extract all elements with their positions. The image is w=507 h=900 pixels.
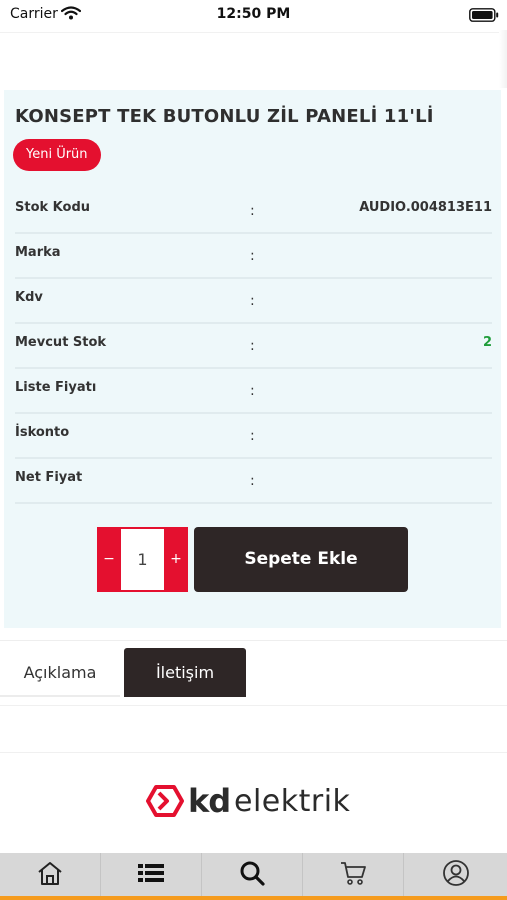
stock-code-value: AUDIO.004813E11 [359,200,492,215]
spec-label: Stok Kodu [15,200,91,215]
spec-row-list-price: Liste Fiyatı : [15,369,492,414]
add-to-cart-button[interactable]: Sepete Ekle [194,527,408,592]
cart-icon [339,860,367,890]
decrease-button[interactable]: − [99,529,119,590]
top-divider [0,32,507,33]
user-icon [442,859,470,891]
product-title: KONSEPT TEK BUTONLU ZİL PANELİ 11'Lİ [15,106,434,127]
spec-colon: : [250,248,255,264]
logo-elektrik-text: elektrik [234,784,351,819]
tab-bar-home[interactable] [0,853,101,896]
spec-label: Liste Fiyatı [15,380,97,395]
spec-label: Marka [15,245,61,260]
spec-row-vat: Kdv : [15,279,492,324]
section-divider [0,640,507,641]
quantity-value[interactable]: 1 [121,529,164,590]
spec-row-discount: İskonto : [15,414,492,459]
spec-row-stock: Mevcut Stok : 2 [15,324,492,369]
tab-bar-cart[interactable] [303,853,404,896]
spec-colon: : [250,293,255,309]
list-icon [137,862,165,888]
home-icon [36,860,64,890]
tab-bar-search[interactable] [202,853,303,896]
tab-contact[interactable]: İletişim [124,648,246,697]
spec-label: Kdv [15,290,43,305]
spec-label: Net Fiyat [15,470,83,485]
tabs-divider [0,705,507,706]
scroll-shadow [499,30,507,88]
spec-row-net-price: Net Fiyat : [15,459,492,504]
spec-colon: : [250,473,255,489]
spec-row-brand: Marka : [15,234,492,279]
spec-colon: : [250,428,255,444]
logo-kd-text: kd [188,782,231,820]
spec-colon: : [250,203,255,219]
logo-mark-icon [146,784,184,822]
clock: 12:50 PM [216,6,291,22]
bottom-tab-bar [0,853,507,900]
new-product-badge: Yeni Ürün [13,139,101,171]
spec-colon: : [250,338,255,354]
tab-description[interactable]: Açıklama [0,648,120,697]
spec-colon: : [250,383,255,399]
product-card: KONSEPT TEK BUTONLU ZİL PANELİ 11'Lİ Yen… [4,90,501,628]
battery-icon [469,7,499,26]
search-icon [239,860,265,890]
tab-bar-account[interactable] [404,853,507,896]
quantity-stepper[interactable]: − 1 + [97,527,188,592]
spec-label: Mevcut Stok [15,335,107,350]
spec-row-stock-code: Stok Kodu : AUDIO.004813E11 [15,189,492,234]
increase-button[interactable]: + [166,529,186,590]
spec-label: İskonto [15,425,70,440]
stock-qty-value: 2 [482,335,492,350]
footer-divider [0,752,507,753]
status-bar: Carrier 12:50 PM [0,0,507,30]
tab-bar-categories[interactable] [101,853,202,896]
